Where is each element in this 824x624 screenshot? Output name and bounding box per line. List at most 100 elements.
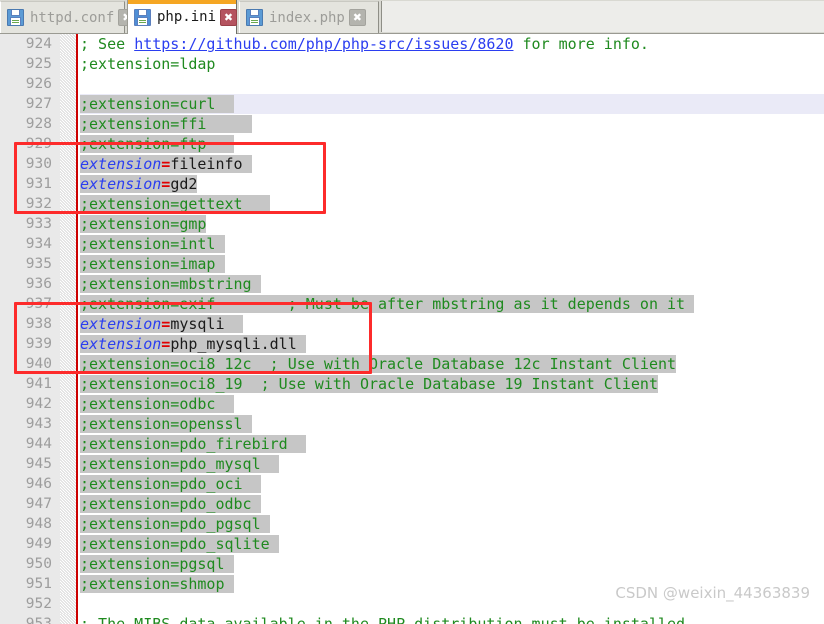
close-icon[interactable]: ✖ bbox=[220, 8, 238, 26]
fold-margin bbox=[60, 174, 76, 194]
code-line-text: ;extension=pdo_pgsql bbox=[80, 514, 270, 534]
code-line[interactable]: 949 ;extension=pdo_sqlite bbox=[0, 534, 824, 554]
code-line[interactable]: 925 ;extension=ldap bbox=[0, 54, 824, 74]
margin-guide-line bbox=[76, 414, 78, 434]
code-line[interactable]: 931 extension=gd2 bbox=[0, 174, 824, 194]
close-icon[interactable]: ✖ bbox=[348, 9, 366, 26]
fold-margin bbox=[60, 514, 76, 534]
code-line-text: ;extension=pdo_odbc bbox=[80, 494, 261, 514]
code-line[interactable]: 937 ;extension=exif ; Must be after mbstr… bbox=[0, 294, 824, 314]
save-floppy-icon bbox=[7, 9, 24, 26]
editor-tab-httpd-conf[interactable]: httpd.conf✖ bbox=[0, 1, 136, 33]
fold-margin bbox=[60, 494, 76, 514]
margin-guide-line bbox=[76, 294, 78, 314]
line-number: 941 bbox=[0, 374, 60, 394]
code-token: ;extension=oci8_12c ; Use with Oracle Da… bbox=[80, 355, 677, 373]
margin-guide-line bbox=[76, 494, 78, 514]
code-token: ;extension=pdo_mysql bbox=[80, 455, 279, 473]
tab-bar-empty-area bbox=[381, 1, 824, 32]
code-line-text: ;extension=pdo_mysql bbox=[80, 454, 279, 474]
code-line[interactable]: 941 ;extension=oci8_19 ; Use with Oracle … bbox=[0, 374, 824, 394]
editor-tab-bar: httpd.conf✖php.ini✖index.php✖ bbox=[0, 0, 824, 34]
editor-tab-label: httpd.conf bbox=[30, 9, 115, 26]
code-token: for more info. bbox=[513, 35, 649, 53]
line-number: 942 bbox=[0, 394, 60, 414]
fold-margin bbox=[60, 614, 76, 624]
code-line[interactable]: 938 extension=mysqli bbox=[0, 314, 824, 334]
code-line[interactable]: 944 ;extension=pdo_firebird bbox=[0, 434, 824, 454]
code-editor[interactable]: 924 ; See https://github.com/php/php-src/… bbox=[0, 34, 824, 624]
margin-guide-line bbox=[76, 474, 78, 494]
editor-tab-php-ini[interactable]: php.ini ✖ bbox=[127, 0, 238, 34]
code-line[interactable]: 929 ;extension=ftp bbox=[0, 134, 824, 154]
code-line[interactable]: 930 extension=fileinfo bbox=[0, 154, 824, 174]
code-line[interactable]: 934 ;extension=intl bbox=[0, 234, 824, 254]
code-token: ;extension=ffi bbox=[80, 115, 252, 133]
line-number: 949 bbox=[0, 534, 60, 554]
code-line[interactable]: 953 ; The MIBS data available in the PHP … bbox=[0, 614, 824, 624]
code-token: ;extension=oci8_19 ; Use with Oracle Dat… bbox=[80, 375, 658, 393]
fold-margin bbox=[60, 54, 76, 74]
code-line-text: ;extension=imap bbox=[80, 254, 225, 274]
code-token: ;extension=intl bbox=[80, 235, 225, 253]
margin-guide-line bbox=[76, 594, 78, 614]
line-number: 937 bbox=[0, 294, 60, 314]
line-number: 946 bbox=[0, 474, 60, 494]
editor-tab-label: php.ini bbox=[157, 9, 217, 25]
code-line-text: ;extension=openssl bbox=[80, 414, 252, 434]
code-line[interactable]: 939 extension=php_mysqli.dll bbox=[0, 334, 824, 354]
line-number: 933 bbox=[0, 214, 60, 234]
code-token: = bbox=[161, 155, 171, 173]
code-token: ; See bbox=[80, 35, 135, 53]
line-number: 951 bbox=[0, 574, 60, 594]
code-line[interactable]: 940 ;extension=oci8_12c ; Use with Oracle… bbox=[0, 354, 824, 374]
fold-margin bbox=[60, 114, 76, 134]
editor-tab-index-php[interactable]: index.php ✖ bbox=[239, 1, 379, 33]
code-line[interactable]: 948 ;extension=pdo_pgsql bbox=[0, 514, 824, 534]
code-line[interactable]: 950 ;extension=pgsql bbox=[0, 554, 824, 574]
margin-guide-line bbox=[76, 514, 78, 534]
margin-guide-line bbox=[76, 194, 78, 214]
line-number: 935 bbox=[0, 254, 60, 274]
code-token: fileinfo bbox=[170, 155, 252, 173]
margin-guide-line bbox=[76, 554, 78, 574]
code-line[interactable]: 935 ;extension=imap bbox=[0, 254, 824, 274]
fold-margin bbox=[60, 454, 76, 474]
fold-margin bbox=[60, 474, 76, 494]
active-tab-indicator bbox=[128, 0, 236, 4]
code-line-text: ;extension=pgsql bbox=[80, 554, 234, 574]
code-line-text: ;extension=odbc bbox=[80, 394, 234, 414]
margin-guide-line bbox=[76, 134, 78, 154]
fold-margin bbox=[60, 94, 76, 114]
code-line[interactable]: 946 ;extension=pdo_oci bbox=[0, 474, 824, 494]
code-line-text: ;extension=pdo_sqlite bbox=[80, 534, 279, 554]
code-token: extension bbox=[80, 155, 162, 173]
code-line[interactable]: 932 ;extension=gettext bbox=[0, 194, 824, 214]
fold-margin bbox=[60, 214, 76, 234]
fold-margin bbox=[60, 274, 76, 294]
code-line[interactable]: 942 ;extension=odbc bbox=[0, 394, 824, 414]
code-line[interactable]: 927 ;extension=curl bbox=[0, 94, 824, 114]
code-line[interactable]: 945 ;extension=pdo_mysql bbox=[0, 454, 824, 474]
code-line[interactable]: 926 bbox=[0, 74, 824, 94]
code-token: https://github.com/php/php-src/issues/86… bbox=[134, 35, 514, 53]
line-number: 943 bbox=[0, 414, 60, 434]
code-line[interactable]: 943 ;extension=openssl bbox=[0, 414, 824, 434]
code-token: extension bbox=[80, 175, 162, 193]
code-line[interactable]: 936 ;extension=mbstring bbox=[0, 274, 824, 294]
margin-guide-line bbox=[76, 374, 78, 394]
code-line[interactable]: 928 ;extension=ffi bbox=[0, 114, 824, 134]
fold-margin bbox=[60, 294, 76, 314]
margin-guide-line bbox=[76, 214, 78, 234]
code-line-text: ;extension=gettext bbox=[80, 194, 270, 214]
margin-guide-line bbox=[76, 54, 78, 74]
line-number: 925 bbox=[0, 54, 60, 74]
code-token: extension bbox=[80, 315, 162, 333]
code-line[interactable]: 933 ;extension=gmp bbox=[0, 214, 824, 234]
fold-margin bbox=[60, 74, 76, 94]
margin-guide-line bbox=[76, 234, 78, 254]
code-line[interactable]: 947 ;extension=pdo_odbc bbox=[0, 494, 824, 514]
code-token: ;extension=pgsql bbox=[80, 555, 234, 573]
code-line[interactable]: 924 ; See https://github.com/php/php-src/… bbox=[0, 34, 824, 54]
code-token: = bbox=[161, 335, 171, 353]
